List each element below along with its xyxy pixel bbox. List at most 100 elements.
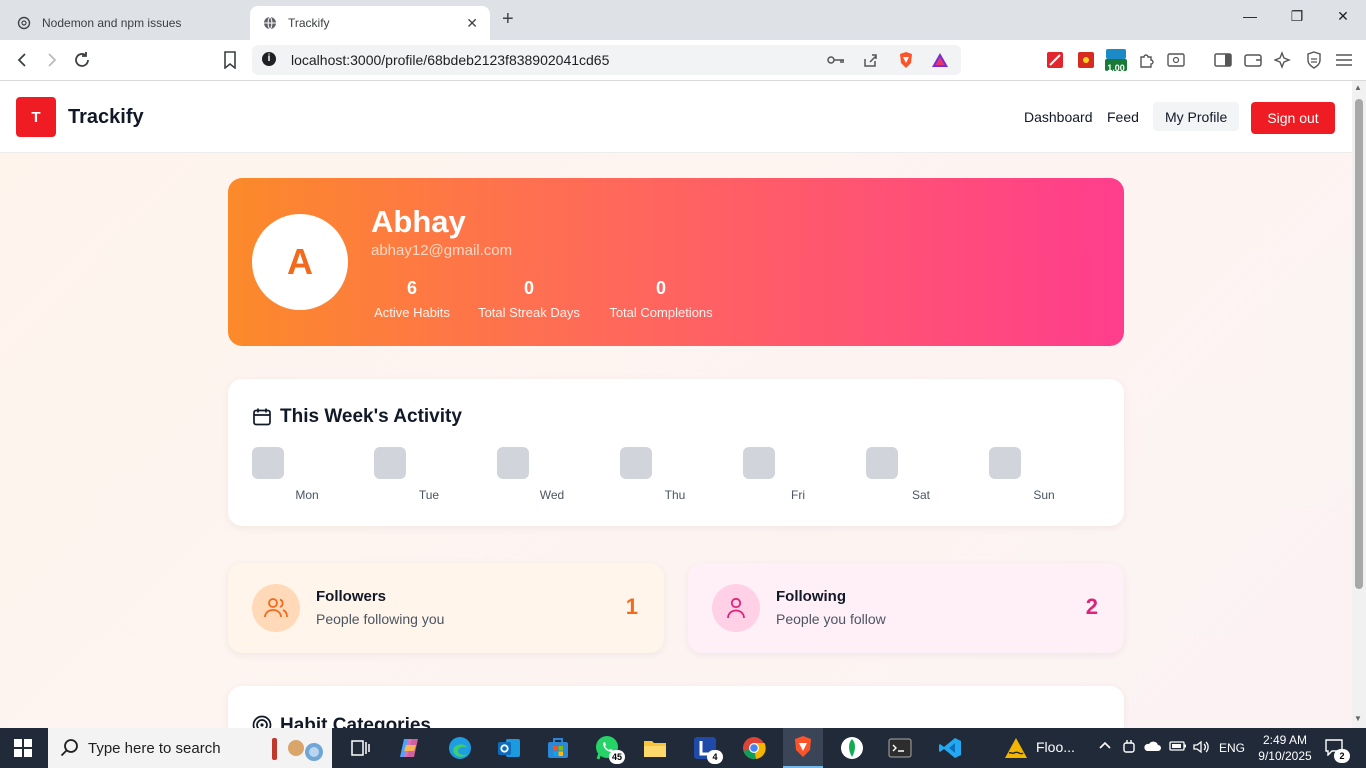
tab-title: Nodemon and npm issues [42,16,182,30]
flood-warning-icon[interactable] [1002,734,1030,762]
meet-now-icon[interactable] [1122,739,1136,758]
vpn-shield-icon[interactable] [1304,50,1324,70]
windows-start-icon[interactable] [14,739,32,757]
chevron-up-icon[interactable] [1098,738,1112,755]
notifications-icon[interactable]: 2 [1324,738,1350,763]
terminal-icon[interactable] [886,734,914,762]
sign-out-button[interactable]: Sign out [1251,102,1335,134]
following-subtitle: People you follow [776,611,886,627]
language-indicator[interactable]: ENG [1219,741,1245,755]
day-wed: Wed [497,447,607,507]
vscode-icon[interactable] [936,734,964,762]
browser-toolbar: i localhost:3000/profile/68bdeb2123f8389… [0,40,1366,81]
following-count: 2 [1085,594,1098,619]
globe-icon [262,15,278,31]
microsoft-store-icon[interactable] [544,734,572,762]
key-icon[interactable] [827,51,845,69]
site-info-icon[interactable]: i [262,52,276,66]
wallet-icon[interactable] [1243,50,1263,70]
profile-header-card: A Abhay abhay12@gmail.com 6 Active Habit… [228,178,1124,346]
stat-value: 6 [406,278,417,298]
openai-icon [16,15,32,31]
edge-icon[interactable] [446,734,474,762]
scrollbar-thumb[interactable] [1355,99,1363,589]
scroll-down-icon[interactable]: ▼ [1354,714,1362,723]
task-view-icon[interactable] [346,734,374,762]
outlook-icon[interactable] [495,734,523,762]
new-tab-icon[interactable]: + [502,8,514,31]
share-icon[interactable] [861,51,879,69]
volume-icon[interactable] [1192,739,1210,758]
restore-icon[interactable]: ❐ [1287,8,1307,25]
following-card[interactable]: Following People you follow 2 [688,563,1124,653]
day-indicator [374,447,406,479]
day-label: Thu [664,488,686,502]
avatar: A [252,214,348,310]
search-placeholder: Type here to search [88,740,221,757]
day-fri: Fri [743,447,853,507]
day-label: Fri [791,488,805,502]
bookmark-icon[interactable] [220,50,240,70]
makeup-search-highlight-icon [270,734,326,768]
battery-icon[interactable] [1169,740,1187,755]
stat-active-habits: 6 Active Habits [371,278,453,320]
nav-my-profile-link[interactable]: My Profile [1153,102,1240,131]
day-label: Tue [418,488,440,502]
address-bar[interactable]: i localhost:3000/profile/68bdeb2123f8389… [252,45,961,75]
file-explorer-icon[interactable] [641,734,669,762]
page-viewport: T Trackify Dashboard Feed My Profile Sig… [0,81,1352,728]
followers-count: 1 [625,594,638,619]
extension-counter-icon[interactable]: 1.00 [1104,49,1128,73]
extension-badge: 1.00 [1107,63,1125,73]
flood-weather-label[interactable]: Floo... [1036,739,1075,755]
followers-title: Followers [316,588,387,605]
day-indicator [497,447,529,479]
url-text[interactable]: localhost:3000/profile/68bdeb2123f838902… [291,52,609,68]
reader-mode-icon[interactable] [1166,50,1186,70]
scroll-up-icon[interactable]: ▲ [1354,83,1362,92]
logo-badge[interactable]: T [16,97,56,137]
minimize-icon[interactable]: — [1240,8,1260,24]
close-window-icon[interactable]: ✕ [1333,8,1353,25]
app-navbar: T Trackify Dashboard Feed My Profile Sig… [0,81,1352,153]
tab-nodemon[interactable]: Nodemon and npm issues [8,6,246,40]
section-title: Habit Categories [280,715,431,728]
brand-name[interactable]: Trackify [68,106,144,129]
brave-taskbar-icon[interactable] [783,728,823,768]
nav-dashboard-link[interactable]: Dashboard [1024,109,1093,125]
day-mon: Mon [252,447,362,507]
taskbar-clock[interactable]: 2:49 AM 9/10/2025 [1254,732,1316,764]
copilot-icon[interactable] [396,734,424,762]
puzzle-extensions-icon[interactable] [1137,50,1157,70]
page-scrollbar[interactable]: ▲ ▼ [1352,81,1366,728]
following-title: Following [776,588,846,605]
taskbar-search-box[interactable]: Type here to search [48,728,332,768]
day-indicator [866,447,898,479]
reload-icon[interactable] [72,50,92,70]
stat-total-streak-days: 0 Total Streak Days [476,278,582,320]
nav-feed-link[interactable]: Feed [1107,109,1139,125]
day-indicator [743,447,775,479]
mongodb-icon[interactable] [838,734,866,762]
pdf-extension-icon[interactable] [1045,50,1065,70]
leo-ai-icon[interactable] [1273,50,1293,70]
tab-trackify[interactable]: Trackify ✕ [250,6,490,40]
app-l-icon[interactable]: 4 [691,734,723,764]
onedrive-icon[interactable] [1143,740,1161,755]
menu-icon[interactable] [1334,50,1354,70]
app-l-badge: 4 [707,750,723,764]
back-icon[interactable] [12,50,32,70]
forward-icon[interactable] [42,50,62,70]
chrome-icon[interactable] [740,734,768,762]
brave-shields-icon[interactable] [897,51,915,69]
weekly-activity-card: This Week's Activity Mon Tue Wed Thu Fri… [228,379,1124,526]
stat-value: 0 [523,278,534,298]
whatsapp-icon[interactable]: 45 [593,734,625,764]
followers-card[interactable]: Followers People following you 1 [228,563,664,653]
day-thu: Thu [620,447,730,507]
sidebar-icon[interactable] [1213,50,1233,70]
extension-flag-icon[interactable] [1076,50,1096,70]
brave-rewards-icon[interactable] [931,51,949,69]
close-tab-icon[interactable]: ✕ [466,15,478,32]
stat-label: Active Habits [374,305,450,320]
